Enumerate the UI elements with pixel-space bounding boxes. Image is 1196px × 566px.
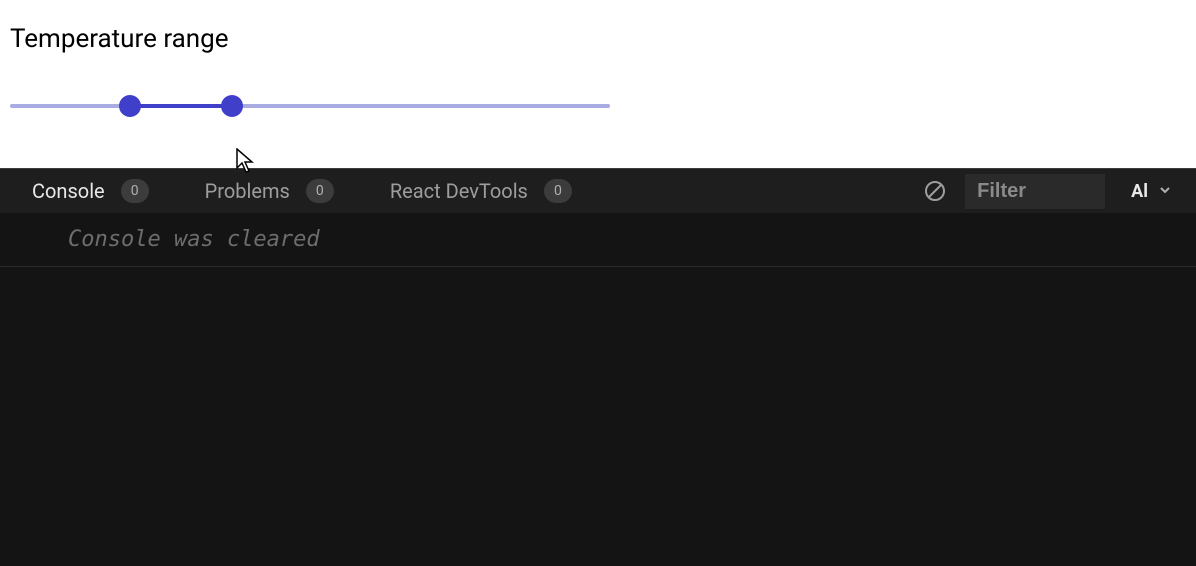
- devtools-tabbar: Console 0 Problems 0 React DevTools 0: [0, 169, 1196, 213]
- tab-react-devtools[interactable]: React DevTools 0: [390, 179, 572, 203]
- range-slider[interactable]: [10, 94, 610, 118]
- level-label: Al: [1131, 181, 1148, 202]
- tab-badge: 0: [306, 179, 334, 203]
- console-body: Console was cleared: [0, 213, 1196, 566]
- tab-badge: 0: [544, 179, 572, 203]
- tab-label: Problems: [205, 179, 290, 203]
- console-cleared-message: Console was cleared: [68, 227, 320, 252]
- slider-thumb-low[interactable]: [119, 95, 141, 117]
- content-area: Temperature range: [0, 0, 1196, 168]
- clear-console-icon[interactable]: [923, 179, 947, 203]
- slider-thumb-high[interactable]: [221, 95, 243, 117]
- tab-console[interactable]: Console 0: [32, 179, 149, 203]
- tab-problems[interactable]: Problems 0: [205, 179, 334, 203]
- log-level-dropdown[interactable]: Al: [1123, 177, 1180, 206]
- slider-label: Temperature range: [10, 24, 1186, 54]
- tab-label: React DevTools: [390, 179, 528, 203]
- devtools-panel: Console 0 Problems 0 React DevTools 0: [0, 168, 1196, 566]
- slider-rail: [10, 104, 610, 108]
- tab-badge: 0: [121, 179, 149, 203]
- slider-track: [130, 104, 232, 108]
- filter-input[interactable]: [965, 174, 1105, 209]
- chevron-down-icon: [1158, 181, 1172, 202]
- tab-label: Console: [32, 179, 105, 203]
- console-row: Console was cleared: [0, 213, 1196, 267]
